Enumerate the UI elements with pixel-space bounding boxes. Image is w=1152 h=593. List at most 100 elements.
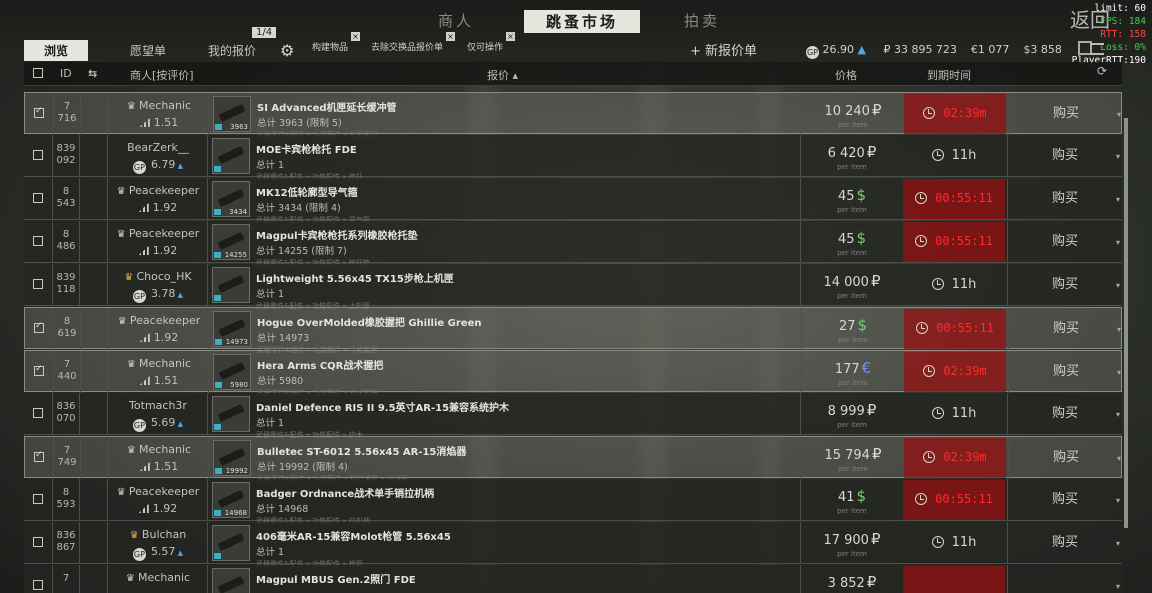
tab-flea-market[interactable]: 跳蚤市场 xyxy=(524,10,641,33)
row-checkbox[interactable] xyxy=(33,150,43,160)
tab-auction[interactable]: 拍卖 xyxy=(684,10,720,31)
buy-button[interactable]: 购买 ▾ xyxy=(1007,264,1122,306)
tab-my-offers[interactable]: 我的报价 xyxy=(208,42,256,59)
offer-row[interactable]: 7 ♛ Mechanic Magpul MBUS Gen.2照门 FDE 3 8… xyxy=(24,565,1122,593)
chevron-down-icon[interactable]: ▾ xyxy=(1116,265,1120,307)
offer-row[interactable]: 8 593 ♛ Peacekeeper 1.92 14968 Badger Ord… xyxy=(24,479,1122,525)
item-thumbnail[interactable] xyxy=(212,138,250,174)
add-offer-button[interactable]: + 新报价单 xyxy=(690,40,757,59)
item-name[interactable]: Hera Arms CQR战术握把 xyxy=(257,357,797,372)
seller-cell[interactable]: BearZerk__ GP 6.79 ▲ xyxy=(108,135,208,177)
row-checkbox[interactable] xyxy=(33,580,43,590)
row-checkbox[interactable] xyxy=(33,279,43,289)
sync-icon[interactable]: ⇆ xyxy=(88,67,97,80)
seller-cell[interactable]: ♛ Mechanic 1.51 xyxy=(109,351,209,393)
header-seller[interactable]: 商人[按评价] xyxy=(130,67,194,83)
buy-button[interactable]: 购买 ▾ xyxy=(1008,437,1123,479)
header-offer[interactable]: 报价 ▴ xyxy=(487,67,518,83)
offer-row[interactable]: 7716 ♛ Mechanic 1.51 3963 SI Advanced机匣延… xyxy=(24,92,1123,139)
list-view-icon[interactable] xyxy=(1090,43,1104,55)
chevron-down-icon[interactable]: ▾ xyxy=(1116,222,1120,264)
item-thumbnail[interactable] xyxy=(212,267,250,303)
item-thumbnail[interactable]: 14968 xyxy=(212,482,250,518)
offer-row[interactable]: 839 092 BearZerk__ GP 6.79 ▲ MOE卡宾枪枪托 FDE … xyxy=(24,135,1122,181)
close-icon[interactable]: × xyxy=(351,32,361,41)
offer-row[interactable]: 839 118 ♛ Choco_HK GP 3.78 ▲ Lightweight 5… xyxy=(24,264,1122,310)
filter-build-items[interactable]: 构建物品 × xyxy=(312,32,361,53)
chevron-down-icon[interactable]: ▾ xyxy=(1117,94,1121,136)
row-checkbox[interactable] xyxy=(33,494,43,504)
seller-cell[interactable]: ♛ Choco_HK GP 3.78 ▲ xyxy=(108,264,208,306)
seller-cell[interactable]: ♛ Peacekeeper 1.92 xyxy=(108,479,208,521)
row-checkbox[interactable] xyxy=(34,106,44,118)
header-expires[interactable]: 到期时间 xyxy=(927,67,971,83)
chevron-down-icon[interactable]: ▾ xyxy=(1116,179,1120,221)
seller-cell[interactable]: ♛ Mechanic 1.51 xyxy=(109,93,209,135)
chevron-down-icon[interactable]: ▾ xyxy=(1116,480,1120,522)
filter-only-actionable[interactable]: 仅可操作 × xyxy=(467,32,516,53)
row-checkbox[interactable] xyxy=(33,537,43,547)
buy-button[interactable]: 购买 ▾ xyxy=(1007,522,1122,564)
chevron-down-icon[interactable]: ▾ xyxy=(1117,438,1121,480)
chevron-down-icon[interactable]: ▾ xyxy=(1117,352,1121,394)
offer-row[interactable]: 7440 ♛ Mechanic 1.51 5980 Hera Arms CQR战… xyxy=(24,350,1123,397)
buy-button[interactable]: 购买 ▾ xyxy=(1007,221,1122,263)
buy-button[interactable]: 购买 ▾ xyxy=(1007,393,1122,435)
item-name[interactable]: MK12低轮廓型导气箍 xyxy=(256,184,796,199)
close-icon[interactable]: × xyxy=(446,32,456,41)
scrollbar[interactable] xyxy=(1124,118,1128,528)
item-thumbnail[interactable]: 14255 xyxy=(212,224,250,260)
buy-button[interactable]: 购买 ▾ xyxy=(1008,308,1123,350)
chevron-down-icon[interactable]: ▾ xyxy=(1116,566,1120,593)
row-checkbox[interactable] xyxy=(33,193,43,203)
refresh-icon[interactable]: ⟳ xyxy=(1097,64,1107,78)
tab-traders[interactable]: 商人 xyxy=(438,10,474,31)
header-id[interactable]: ID xyxy=(60,67,72,80)
row-checkbox[interactable] xyxy=(34,364,44,376)
seller-cell[interactable]: ♛ Mechanic xyxy=(108,565,208,593)
filter-remove-barter[interactable]: 去除交换品报价单 × xyxy=(371,32,456,53)
row-checkbox[interactable] xyxy=(33,236,43,246)
item-thumbnail[interactable]: 14973 xyxy=(213,311,251,347)
chevron-down-icon[interactable]: ▾ xyxy=(1116,394,1120,436)
item-thumbnail[interactable] xyxy=(212,396,250,432)
chevron-down-icon[interactable]: ▾ xyxy=(1117,309,1121,351)
offer-row[interactable]: 8 486 ♛ Peacekeeper 1.92 14255 Magpul卡宾枪枪… xyxy=(24,221,1122,267)
item-name[interactable]: Magpul卡宾枪枪托系列橡胶枪托垫 xyxy=(256,227,796,242)
item-name[interactable]: Hogue OverMolded橡胶握把 Ghillie Green xyxy=(257,314,797,329)
close-icon[interactable]: × xyxy=(506,32,516,41)
chevron-down-icon[interactable]: ▾ xyxy=(1116,523,1120,565)
tab-wishlist[interactable]: 愿望单 xyxy=(130,42,166,59)
item-name[interactable]: Daniel Defence RIS II 9.5英寸AR-15兼容系统护木 xyxy=(256,399,796,414)
buy-button[interactable]: 购买 ▾ xyxy=(1007,135,1122,177)
item-name[interactable]: Magpul MBUS Gen.2照门 FDE xyxy=(256,571,796,586)
item-name[interactable]: MOE卡宾枪枪托 FDE xyxy=(256,141,796,156)
item-name[interactable]: Badger Ordnance战术单手销拉机柄 xyxy=(256,485,796,500)
header-price[interactable]: 价格 xyxy=(835,67,857,83)
item-thumbnail[interactable]: 19992 xyxy=(213,440,251,476)
seller-cell[interactable]: ♛ Mechanic 1.51 xyxy=(109,437,209,479)
offer-row[interactable]: 7749 ♛ Mechanic 1.51 19992 Bulletec ST-6… xyxy=(24,436,1123,483)
chevron-down-icon[interactable]: ▾ xyxy=(1116,136,1120,178)
item-thumbnail[interactable] xyxy=(212,525,250,561)
buy-button[interactable]: ▾ xyxy=(1007,565,1122,593)
gear-icon[interactable]: ⚙ xyxy=(280,41,294,60)
item-name[interactable]: 406毫米AR-15兼容Molot枪管 5.56x45 xyxy=(256,528,796,543)
buy-button[interactable]: 购买 ▾ xyxy=(1008,351,1123,393)
item-name[interactable]: SI Advanced机匣延长缓冲管 xyxy=(257,99,797,114)
seller-cell[interactable]: ♛ Peacekeeper 1.92 xyxy=(108,178,208,220)
buy-button[interactable]: 购买 ▾ xyxy=(1007,178,1122,220)
buy-button[interactable]: 购买 ▾ xyxy=(1008,93,1123,135)
select-all-checkbox[interactable] xyxy=(33,68,43,78)
row-checkbox[interactable] xyxy=(34,450,44,462)
offer-row[interactable]: 8 543 ♛ Peacekeeper 1.92 3434 MK12低轮廓型导气箍… xyxy=(24,178,1122,224)
item-thumbnail[interactable]: 5980 xyxy=(213,354,251,390)
item-name[interactable]: Bulletec ST-6012 5.56x45 AR-15消焰器 xyxy=(257,443,797,458)
item-thumbnail[interactable]: 3434 xyxy=(212,181,250,217)
row-checkbox[interactable] xyxy=(34,321,44,333)
seller-cell[interactable]: ♛ Peacekeeper 1.92 xyxy=(108,221,208,263)
seller-cell[interactable]: Totmach3r GP 5.69 ▲ xyxy=(108,393,208,435)
tab-browse[interactable]: 浏览 xyxy=(24,40,89,61)
item-thumbnail[interactable] xyxy=(212,568,250,593)
seller-cell[interactable]: ♛ Bulchan GP 5.57 ▲ xyxy=(108,522,208,564)
